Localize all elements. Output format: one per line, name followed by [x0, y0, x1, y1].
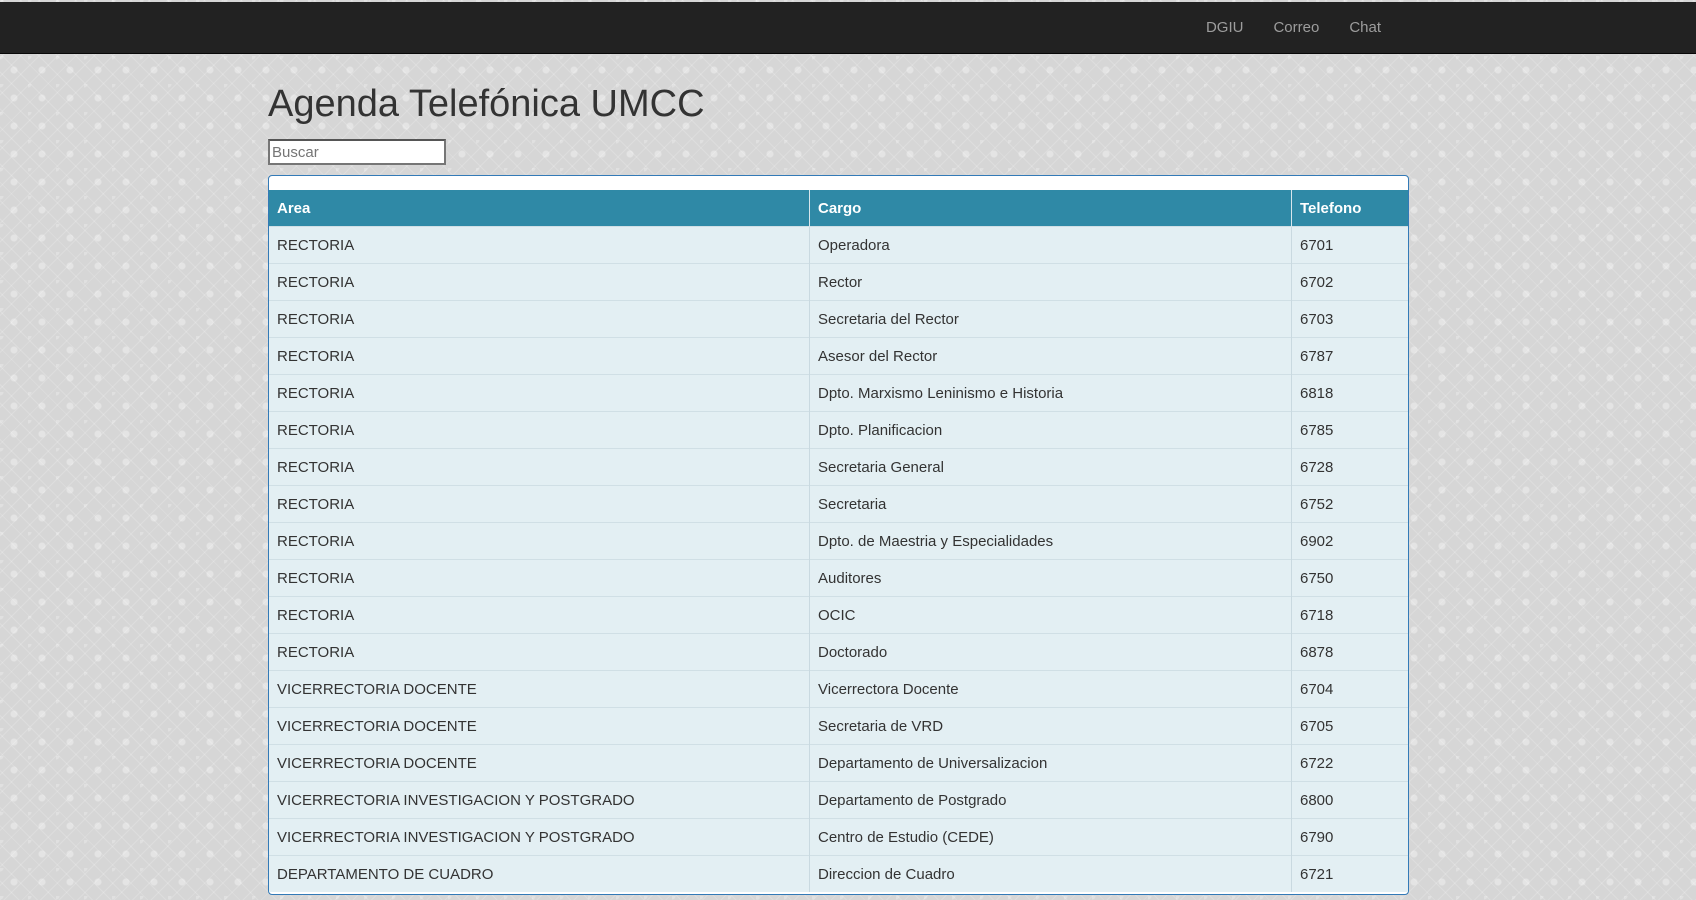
page-title: Agenda Telefónica UMCC: [268, 83, 705, 125]
cell-cargo: Dpto. Marxismo Leninismo e Historia: [809, 374, 1292, 412]
nav-link-dgiu[interactable]: DGIU: [1191, 19, 1259, 36]
table-row[interactable]: VICERRECTORIA DOCENTE Secretaria de VRD 67…: [269, 707, 1408, 745]
table-row[interactable]: RECTORIA Asesor del Rector 6787: [269, 337, 1408, 375]
phone-table: Area Cargo Telefono RECTORIA Operadora 670…: [269, 190, 1408, 892]
cell-cargo: OCIC: [809, 596, 1292, 634]
cell-area: RECTORIA: [269, 522, 810, 560]
cell-cargo: Asesor del Rector: [809, 337, 1292, 375]
cell-area: RECTORIA: [269, 411, 810, 449]
cell-telefono: 6718: [1291, 596, 1408, 634]
table-row[interactable]: RECTORIA Operadora 6701: [269, 226, 1408, 264]
cell-cargo: Secretaria de VRD: [809, 707, 1292, 745]
cell-cargo: Secretaria del Rector: [809, 300, 1292, 338]
cell-telefono: 6722: [1291, 744, 1408, 782]
cell-telefono: 6701: [1291, 226, 1408, 264]
cell-area: RECTORIA: [269, 633, 810, 671]
nav-link-chat[interactable]: Chat: [1334, 19, 1396, 36]
cell-cargo: Dpto. de Maestria y Especialidades: [809, 522, 1292, 560]
cell-telefono: 6703: [1291, 300, 1408, 338]
cell-cargo: Departamento de Universalizacion: [809, 744, 1292, 782]
cell-cargo: Secretaria General: [809, 448, 1292, 486]
cell-telefono: 6785: [1291, 411, 1408, 449]
cell-area: VICERRECTORIA DOCENTE: [269, 707, 810, 745]
table-body: RECTORIA Operadora 6701 RECTORIA Rector 6702 R…: [269, 226, 1408, 892]
table-header-row: Area Cargo Telefono: [269, 190, 1408, 227]
cell-telefono: 6800: [1291, 781, 1408, 819]
cell-area: RECTORIA: [269, 448, 810, 486]
cell-telefono: 6702: [1291, 263, 1408, 301]
table-row[interactable]: DEPARTAMENTO DE CUADRO Direccion de Cuadr…: [269, 855, 1408, 892]
cell-area: VICERRECTORIA DOCENTE: [269, 744, 810, 782]
cell-telefono: 6752: [1291, 485, 1408, 523]
cell-telefono: 6902: [1291, 522, 1408, 560]
cell-area: VICERRECTORIA INVESTIGACION Y POSTGRADO: [269, 818, 810, 856]
cell-telefono: 6750: [1291, 559, 1408, 597]
cell-telefono: 6721: [1291, 855, 1408, 892]
cell-area: RECTORIA: [269, 300, 810, 338]
cell-cargo: Rector: [809, 263, 1292, 301]
table-row[interactable]: VICERRECTORIA DOCENTE Vicerrectora Docent…: [269, 670, 1408, 708]
cell-cargo: Dpto. Planificacion: [809, 411, 1292, 449]
table-row[interactable]: RECTORIA Secretaria General 6728: [269, 448, 1408, 486]
nav-link-correo[interactable]: Correo: [1258, 19, 1334, 36]
cell-telefono: 6705: [1291, 707, 1408, 745]
column-header-cargo[interactable]: Cargo: [809, 190, 1292, 227]
cell-cargo: Direccion de Cuadro: [809, 855, 1292, 892]
cell-cargo: Departamento de Postgrado: [809, 781, 1292, 819]
cell-area: RECTORIA: [269, 485, 810, 523]
cell-area: RECTORIA: [269, 596, 810, 634]
table-row[interactable]: RECTORIA OCIC 6718: [269, 596, 1408, 634]
nav-links: DGIU Correo Chat: [1191, 2, 1396, 53]
cell-telefono: 6878: [1291, 633, 1408, 671]
cell-cargo: Operadora: [809, 226, 1292, 264]
cell-area: VICERRECTORIA INVESTIGACION Y POSTGRADO: [269, 781, 810, 819]
table-row[interactable]: VICERRECTORIA INVESTIGACION Y POSTGRADO C…: [269, 818, 1408, 856]
column-header-telefono[interactable]: Telefono: [1291, 190, 1408, 227]
cell-telefono: 6728: [1291, 448, 1408, 486]
table-row[interactable]: RECTORIA Dpto. Marxismo Leninismo e Histo…: [269, 374, 1408, 412]
cell-area: RECTORIA: [269, 263, 810, 301]
cell-area: DEPARTAMENTO DE CUADRO: [269, 855, 810, 892]
column-header-area[interactable]: Area: [269, 190, 810, 227]
cell-area: RECTORIA: [269, 226, 810, 264]
top-navbar: DGIU Correo Chat: [0, 2, 1696, 54]
cell-area: RECTORIA: [269, 559, 810, 597]
cell-cargo: Centro de Estudio (CEDE): [809, 818, 1292, 856]
cell-telefono: 6704: [1291, 670, 1408, 708]
table-row[interactable]: RECTORIA Secretaria 6752: [269, 485, 1408, 523]
cell-telefono: 6790: [1291, 818, 1408, 856]
search-input[interactable]: [268, 139, 446, 165]
cell-cargo: Doctorado: [809, 633, 1292, 671]
cell-cargo: Auditores: [809, 559, 1292, 597]
cell-area: RECTORIA: [269, 374, 810, 412]
cell-telefono: 6787: [1291, 337, 1408, 375]
table-row[interactable]: RECTORIA Secretaria del Rector 6703: [269, 300, 1408, 338]
table-row[interactable]: RECTORIA Doctorado 6878: [269, 633, 1408, 671]
cell-cargo: Secretaria: [809, 485, 1292, 523]
cell-area: VICERRECTORIA DOCENTE: [269, 670, 810, 708]
main-container: Agenda Telefónica UMCC Area Cargo Telefo…: [268, 53, 1409, 895]
cell-cargo: Vicerrectora Docente: [809, 670, 1292, 708]
table-row[interactable]: VICERRECTORIA INVESTIGACION Y POSTGRADO D…: [269, 781, 1408, 819]
table-row[interactable]: VICERRECTORIA DOCENTE Departamento de Uni…: [269, 744, 1408, 782]
cell-telefono: 6818: [1291, 374, 1408, 412]
table-row[interactable]: RECTORIA Dpto. de Maestria y Especialidad…: [269, 522, 1408, 560]
table-row[interactable]: RECTORIA Auditores 6750: [269, 559, 1408, 597]
table-row[interactable]: RECTORIA Rector 6702: [269, 263, 1408, 301]
table-row[interactable]: RECTORIA Dpto. Planificacion 6785: [269, 411, 1408, 449]
results-panel: Area Cargo Telefono RECTORIA Operadora 670…: [268, 175, 1409, 895]
cell-area: RECTORIA: [269, 337, 810, 375]
